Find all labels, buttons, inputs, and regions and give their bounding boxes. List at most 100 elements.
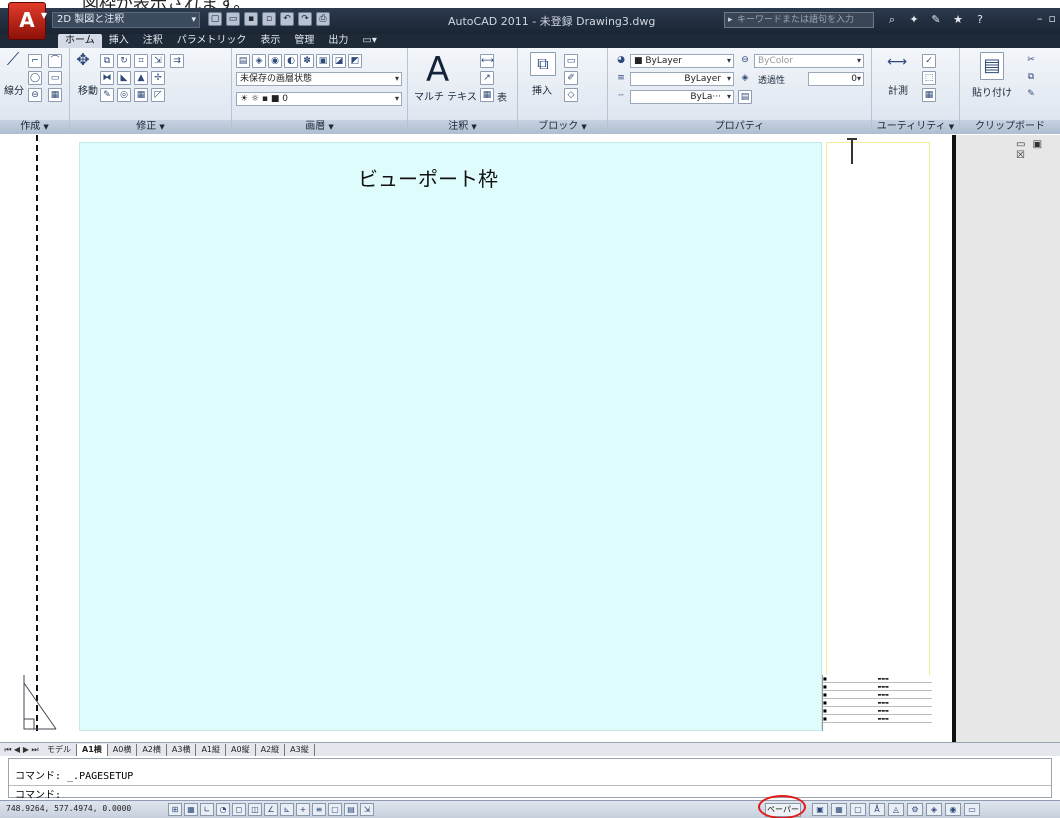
ellipse-icon[interactable]: ⊖ xyxy=(28,88,42,102)
quickview-drawings-icon[interactable]: ▦ xyxy=(831,803,847,816)
layout-tab-a1-portrait[interactable]: A1縦 xyxy=(196,743,227,756)
fillet-icon[interactable]: ◣ xyxy=(117,71,131,85)
color-select[interactable]: ■ ByLayer xyxy=(630,54,734,68)
current-layer-select[interactable]: ☀ ☼ ▪ ■ 0 xyxy=(236,92,402,106)
layout-tab-a1-landscape[interactable]: A1横 xyxy=(77,743,108,756)
copyclip-icon[interactable]: ⧉ xyxy=(1024,71,1038,85)
linetype-select[interactable]: ByLa··· xyxy=(630,90,734,104)
redo-icon[interactable]: ↷ xyxy=(298,12,312,26)
mtext-icon[interactable]: A xyxy=(426,50,449,90)
binoculars-icon[interactable]: ⌕ xyxy=(884,12,900,28)
block-panel-title[interactable]: ブロック ▼ xyxy=(518,120,607,134)
transparency-value[interactable]: 0 xyxy=(808,72,864,86)
lineweight-select[interactable]: ByLayer xyxy=(630,72,734,86)
cut-icon[interactable]: ✂ xyxy=(1024,54,1038,68)
tab-annotate[interactable]: 注釈 xyxy=(136,34,170,48)
ducs-icon[interactable]: ⊾ xyxy=(280,803,294,816)
viewport-controls[interactable]: ▭ ▣ ☒ xyxy=(1016,139,1060,161)
favorites-icon[interactable]: ★ xyxy=(950,12,966,28)
layout-tab-a2-portrait[interactable]: A2縦 xyxy=(256,743,286,756)
quickselect-icon[interactable]: ✓ xyxy=(922,54,936,68)
save-icon[interactable]: ▪ xyxy=(244,12,258,26)
plotstyle-select[interactable]: ByColor xyxy=(754,54,864,68)
tab-overflow-icon[interactable]: ▭▾ xyxy=(355,34,383,48)
erase-icon[interactable]: ✎ xyxy=(100,88,114,102)
layer-walk-icon[interactable]: ◩ xyxy=(348,54,362,68)
application-menu-button[interactable]: A ▼ xyxy=(8,2,47,40)
command-prompt[interactable]: コマンド: xyxy=(9,785,1051,801)
new-icon[interactable]: ▢ xyxy=(208,12,222,26)
tab-home[interactable]: ホーム xyxy=(58,34,102,48)
dyn-icon[interactable]: + xyxy=(296,803,310,816)
layout-tab-a3-portrait[interactable]: A3縦 xyxy=(285,743,315,756)
ortho-icon[interactable]: ∟ xyxy=(200,803,214,816)
snap-icon[interactable]: ⊞ xyxy=(168,803,182,816)
mirror-icon[interactable]: ⧓ xyxy=(100,71,114,85)
sc-icon[interactable]: ⇲ xyxy=(360,803,374,816)
clean-screen-icon[interactable]: ▭ xyxy=(964,803,980,816)
draw-panel-title[interactable]: 作成 ▼ xyxy=(0,120,69,134)
utilities-panel-title[interactable]: ユーティリティ ▼ xyxy=(872,120,959,134)
undo-icon[interactable]: ↶ xyxy=(280,12,294,26)
annotation-visibility-icon[interactable]: ◬ xyxy=(888,803,904,816)
scale-icon[interactable]: ▲ xyxy=(134,71,148,85)
layout-tab-a3-landscape[interactable]: A3横 xyxy=(167,743,197,756)
modify-panel-title[interactable]: 修正 ▼ xyxy=(70,120,231,134)
layer-freeze-icon[interactable]: ✽ xyxy=(300,54,314,68)
tab-parametric[interactable]: パラメトリック xyxy=(170,34,254,48)
array-icon[interactable]: ▦ xyxy=(134,88,148,102)
prev-tab-icon[interactable]: ◀ xyxy=(13,745,21,755)
coordinate-readout[interactable]: 748.9264, 577.4974, 0.0000 xyxy=(6,804,131,813)
layer-state-select[interactable]: 未保存の画層状態 xyxy=(236,72,402,86)
lwt-icon[interactable]: ≡ xyxy=(312,803,326,816)
workspace-switch-icon[interactable]: ⚙ xyxy=(907,803,923,816)
layer-isolate-icon[interactable]: ◐ xyxy=(284,54,298,68)
chamfer-icon[interactable]: ◸ xyxy=(151,88,165,102)
viewport-frame[interactable]: ビューポート枠 xyxy=(79,142,822,731)
circle-icon[interactable]: ◯ xyxy=(28,71,42,85)
maximize-viewport-icon[interactable]: ▢ xyxy=(850,803,866,816)
tab-manage[interactable]: 管理 xyxy=(287,34,321,48)
arc-icon[interactable]: ⌒ xyxy=(48,54,62,68)
offset-icon[interactable]: ◎ xyxy=(117,88,131,102)
table-icon[interactable]: ▦ xyxy=(480,88,494,102)
otrack-icon[interactable]: ∠ xyxy=(264,803,278,816)
tab-view[interactable]: 表示 xyxy=(253,34,287,48)
tpy-icon[interactable]: ▢ xyxy=(328,803,342,816)
last-tab-icon[interactable]: ⏭ xyxy=(31,745,39,755)
polyline-icon[interactable]: ⌐ xyxy=(28,54,42,68)
layer-properties-icon[interactable]: ▤ xyxy=(236,54,250,68)
layout-tab-a2-landscape[interactable]: A2横 xyxy=(137,743,167,756)
help-icon[interactable]: ? xyxy=(972,12,988,28)
layer-icon[interactable]: ◈ xyxy=(252,54,266,68)
create-block-icon[interactable]: ▭ xyxy=(564,54,578,68)
list-icon[interactable]: ▤ xyxy=(738,90,752,104)
properties-panel-title[interactable]: プロパティ xyxy=(608,120,871,134)
restore-icon[interactable]: ▫ xyxy=(1049,12,1056,25)
lock-ui-icon[interactable]: ◈ xyxy=(926,803,942,816)
saveas-icon[interactable]: ▫ xyxy=(262,12,276,26)
grid-icon[interactable]: ▦ xyxy=(184,803,198,816)
osnap-icon[interactable]: ◻ xyxy=(232,803,246,816)
drawing-area[interactable]: ビューポート枠 ■ ▬▬▬ ■ ▬▬▬ ■ ▬▬▬ ■ ▬▬▬ ■ ▬▬▬ ■ ▬▬▬ ▭ … xyxy=(0,135,1060,742)
measure-icon[interactable]: ⟷ xyxy=(886,55,908,74)
trim-icon[interactable]: ⌗ xyxy=(134,54,148,68)
selectall-icon[interactable]: ⬚ xyxy=(922,71,936,85)
subscription-icon[interactable]: ✦ xyxy=(906,12,922,28)
layout-tab-a0-portrait[interactable]: A0縦 xyxy=(226,743,256,756)
polar-icon[interactable]: ◔ xyxy=(216,803,230,816)
matchprop-icon[interactable]: ✎ xyxy=(1024,88,1038,102)
explode-icon[interactable]: ✢ xyxy=(151,71,165,85)
hatch-icon[interactable]: ▦ xyxy=(48,88,62,102)
layer-off-icon[interactable]: ◉ xyxy=(268,54,282,68)
annotation-panel-title[interactable]: 注釈 ▼ xyxy=(408,120,517,134)
layout-tab-a0-landscape[interactable]: A0横 xyxy=(108,743,138,756)
dimension-icon[interactable]: ⟷ xyxy=(480,54,494,68)
search-input[interactable]: キーワードまたは語句を入力 xyxy=(724,12,874,28)
stretch-icon[interactable]: ⇲ xyxy=(151,54,165,68)
first-tab-icon[interactable]: ⏮ xyxy=(4,745,12,755)
copy-icon[interactable]: ⧉ xyxy=(100,54,114,68)
rotate-icon[interactable]: ↻ xyxy=(117,54,131,68)
minimize-icon[interactable]: – xyxy=(1037,12,1043,25)
layers-panel-title[interactable]: 画層 ▼ xyxy=(232,120,407,134)
